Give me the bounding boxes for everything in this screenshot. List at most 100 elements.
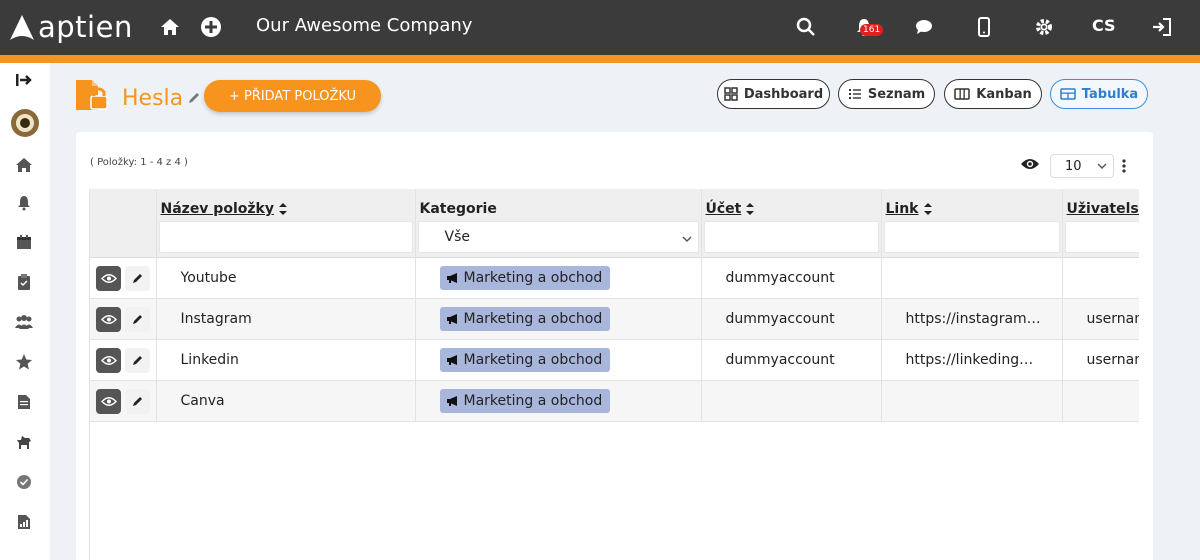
cell-link[interactable]: https://instagram… [881,298,1063,340]
dashboard-icon [724,87,738,101]
actions-header [90,189,157,221]
column-header-account[interactable]: Účet [701,189,882,221]
list-icon [848,89,861,99]
pencil-icon [132,315,142,324]
column-header-name[interactable]: Název položky [156,189,416,221]
edit-row-button[interactable] [125,265,150,291]
column-header-link[interactable]: Link [881,189,1063,221]
report-icon[interactable] [12,510,36,534]
add-item-button[interactable]: + PŘIDAT POLOŽKU [204,80,381,112]
cell-user: usernam [1062,339,1139,381]
view-row-button[interactable] [96,347,121,373]
bell-icon[interactable] [12,191,36,215]
filter-user-input[interactable] [1064,221,1139,253]
more-sidebar-icon[interactable] [12,550,36,560]
view-list-button[interactable]: Seznam [838,79,935,109]
view-kanban-button[interactable]: Kanban [944,79,1042,109]
logo-mark-icon [10,15,34,40]
table-row[interactable]: Youtube Marketing a obchod dummyaccount [90,257,1139,299]
edit-title-icon[interactable] [187,91,201,110]
kanban-icon [954,88,971,100]
view-row-button[interactable] [96,306,121,332]
view-kanban-label: Kanban [976,86,1032,102]
view-dashboard-button[interactable]: Dashboard [717,79,830,109]
view-dashboard-label: Dashboard [743,86,824,102]
language-switch[interactable]: CS [1092,16,1116,35]
cell-link[interactable] [881,380,1063,422]
document-icon[interactable] [12,390,36,414]
search-icon[interactable] [793,14,819,40]
logo-text: aptien [38,10,133,44]
cell-link[interactable] [881,257,1063,299]
table-row[interactable]: Instagram Marketing a obchod dummyaccoun… [90,298,1139,340]
left-sidebar [0,63,50,560]
avatar[interactable] [10,108,40,138]
logout-icon[interactable] [1149,14,1175,40]
top-bar: aptien Our Awesome Company 161 CS [0,0,1200,55]
pencil-icon [132,397,142,406]
cell-name: Canva [156,380,416,422]
page-title: Hesla [122,86,184,111]
view-table-button[interactable]: Tabulka [1050,79,1148,109]
category-label: Marketing a obchod [463,352,603,368]
calendar-icon[interactable] [12,230,36,254]
users-icon[interactable] [12,310,36,334]
chat-icon[interactable] [911,14,937,40]
dog-icon[interactable] [12,430,36,454]
category-badge: Marketing a obchod [439,389,611,413]
more-options-icon[interactable] [1121,158,1127,179]
cell-account: dummyaccount [701,257,882,299]
notifications-badge: 161 [860,24,884,36]
logo[interactable]: aptien [8,10,133,44]
expand-sidebar-icon[interactable] [12,68,36,92]
sort-icon [278,203,287,215]
pencil-icon [132,274,142,283]
company-name[interactable]: Our Awesome Company [256,15,472,36]
edit-row-button[interactable] [125,388,150,414]
column-visibility-icon[interactable] [1020,157,1040,176]
star-icon[interactable] [12,350,36,374]
eye-icon [100,355,117,365]
cell-link[interactable]: https://linkeding… [881,339,1063,381]
table-row[interactable]: Canva Marketing a obchod [90,380,1139,422]
sort-icon [923,203,932,215]
column-user-label: Uživatelske [1066,201,1140,217]
edit-row-button[interactable] [125,306,150,332]
lock-folder-icon [74,78,110,117]
home-icon[interactable] [157,14,183,40]
eye-icon [100,396,117,406]
cell-account: dummyaccount [701,339,882,381]
filter-name-input[interactable] [158,221,413,253]
view-row-button[interactable] [96,265,121,291]
view-row-button[interactable] [96,388,121,414]
add-circle-icon[interactable] [198,14,224,40]
table-row[interactable]: Linkedin Marketing a obchod dummyaccount… [90,339,1139,381]
column-account-label: Účet [705,201,742,217]
per-page-select[interactable]: 10 [1050,154,1114,178]
clipboard-icon[interactable] [12,270,36,294]
sort-icon [746,203,755,215]
accent-line [0,55,1200,63]
chevron-down-icon [682,236,691,242]
eye-icon [100,314,117,324]
home-icon[interactable] [12,153,36,177]
edit-row-button[interactable] [125,347,150,373]
category-label: Marketing a obchod [463,393,603,409]
filter-link-input[interactable] [883,221,1060,253]
category-label: Marketing a obchod [463,311,603,327]
check-circle-icon[interactable] [12,470,36,494]
gear-icon[interactable] [1031,14,1057,40]
mobile-icon[interactable] [971,14,997,40]
category-badge: Marketing a obchod [439,307,611,331]
category-label: Marketing a obchod [463,270,603,286]
cell-user [1062,257,1139,299]
column-category-label: Kategorie [419,201,497,217]
cell-user: usernam [1062,298,1139,340]
column-name-label: Název položky [160,201,274,217]
filter-category-select[interactable]: Vše [417,221,699,253]
per-page-value: 10 [1065,158,1082,174]
chevron-down-icon [1097,163,1107,169]
cell-name: Linkedin [156,339,416,381]
column-header-user[interactable]: Uživatelske [1062,189,1139,221]
filter-account-input[interactable] [703,221,879,253]
